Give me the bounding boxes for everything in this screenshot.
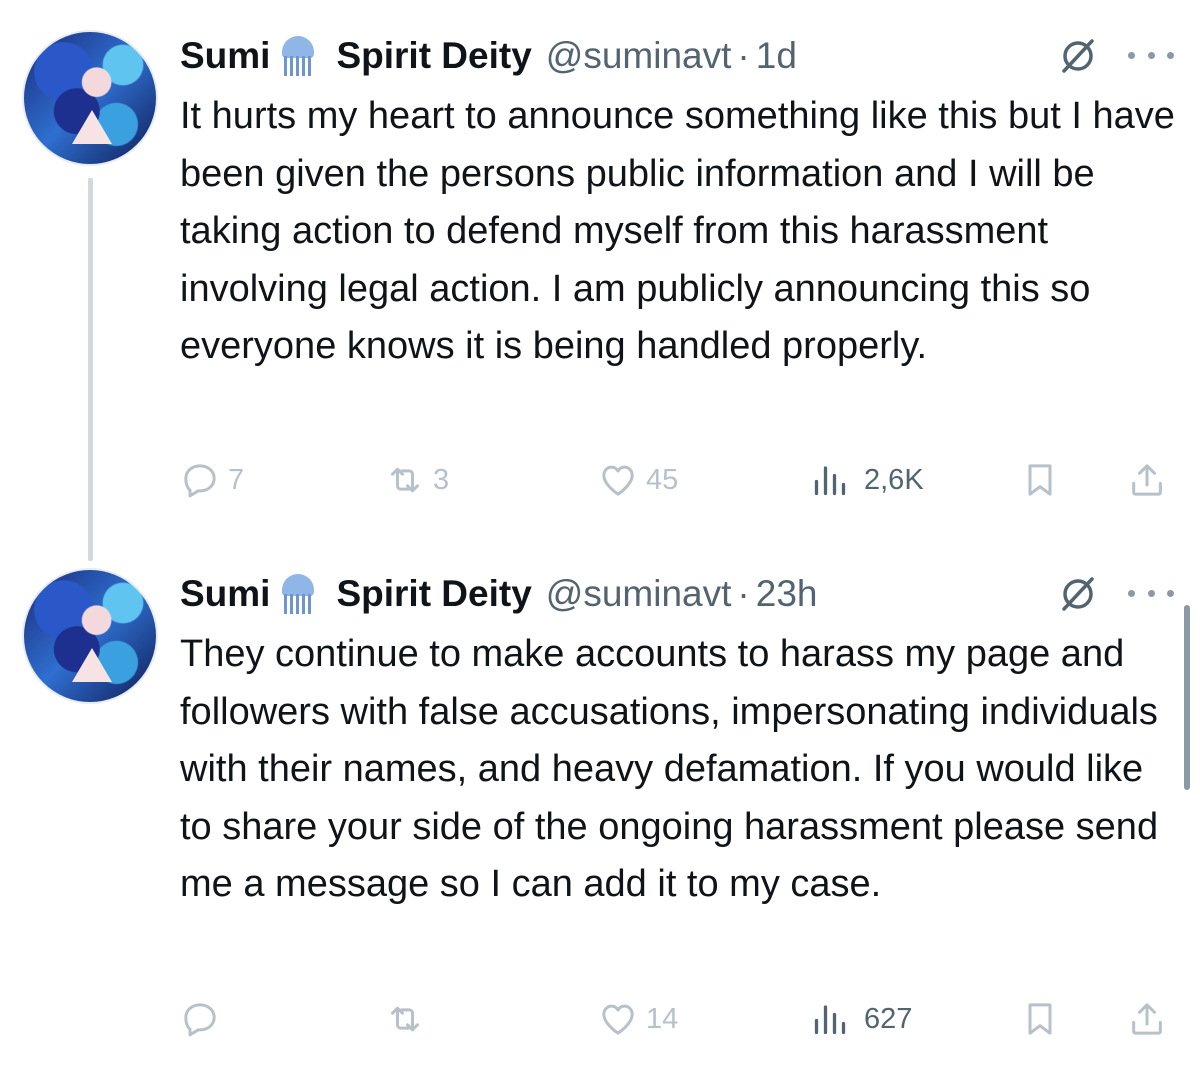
handle[interactable]: @suminavt: [546, 573, 732, 615]
avatar[interactable]: [22, 568, 158, 704]
thread-line: [88, 178, 93, 561]
heart-icon: [602, 465, 634, 496]
heart-icon: [602, 1004, 634, 1035]
views-button[interactable]: 2,6K: [812, 455, 924, 505]
share-icon: [1132, 1003, 1162, 1035]
action-bar: 14 627: [180, 994, 1170, 1044]
tweet[interactable]: Sumi Spirit Deity @suminavt · 1d It hurt…: [0, 30, 1200, 510]
tweet-text: It hurts my heart to announce something …: [180, 95, 1175, 367]
display-name[interactable]: Sumi: [180, 573, 270, 615]
reply-button[interactable]: [180, 994, 228, 1044]
bookmark-button[interactable]: [1020, 455, 1068, 505]
reply-icon: [184, 464, 216, 498]
more-icon[interactable]: [1128, 40, 1174, 70]
reply-icon: [184, 1003, 216, 1037]
avatar[interactable]: [22, 30, 158, 166]
action-bar: 7 3 45 2,6K: [180, 455, 1170, 505]
view-count: 2,6K: [864, 463, 924, 496]
repost-button[interactable]: [385, 994, 433, 1044]
bookmark-button[interactable]: [1020, 994, 1068, 1044]
repost-button[interactable]: 3: [385, 455, 449, 505]
tweet-header: Sumi Spirit Deity @suminavt · 1d: [180, 30, 797, 82]
timestamp[interactable]: 23h: [756, 573, 818, 615]
repost-icon: [391, 467, 419, 493]
tweet-header: Sumi Spirit Deity @suminavt · 23h: [180, 568, 817, 620]
views-button[interactable]: 627: [812, 994, 912, 1044]
jellyfish-icon: [278, 34, 318, 78]
share-icon: [1132, 464, 1162, 496]
more-icon[interactable]: [1128, 578, 1174, 608]
display-name-suffix[interactable]: Spirit Deity: [336, 35, 531, 77]
repost-icon: [391, 1006, 419, 1032]
views-icon: [814, 1005, 846, 1035]
bookmark-icon: [1028, 464, 1052, 496]
grok-icon[interactable]: [1058, 574, 1098, 614]
like-count: 14: [646, 1002, 679, 1035]
reply-count: 7: [228, 463, 245, 496]
display-name-suffix[interactable]: Spirit Deity: [336, 573, 531, 615]
scrollbar[interactable]: [1184, 605, 1190, 790]
like-button[interactable]: 45: [598, 455, 678, 505]
view-count: 627: [864, 1002, 913, 1035]
handle[interactable]: @suminavt: [546, 35, 732, 77]
like-count: 45: [646, 463, 679, 496]
bookmark-icon: [1028, 1003, 1052, 1035]
separator: ·: [737, 573, 750, 614]
views-icon: [814, 466, 846, 496]
share-button[interactable]: [1127, 994, 1175, 1044]
grok-icon[interactable]: [1058, 36, 1098, 76]
tweet[interactable]: Sumi Spirit Deity @suminavt · 23h They c…: [0, 568, 1200, 1048]
tweet-text: They continue to make accounts to harass…: [180, 633, 1159, 905]
separator: ·: [737, 35, 750, 76]
reply-button[interactable]: 7: [180, 455, 244, 505]
repost-count: 3: [433, 463, 450, 496]
jellyfish-icon: [278, 572, 318, 616]
like-button[interactable]: 14: [598, 994, 678, 1044]
share-button[interactable]: [1127, 455, 1175, 505]
display-name[interactable]: Sumi: [180, 35, 270, 77]
timestamp[interactable]: 1d: [756, 35, 797, 77]
